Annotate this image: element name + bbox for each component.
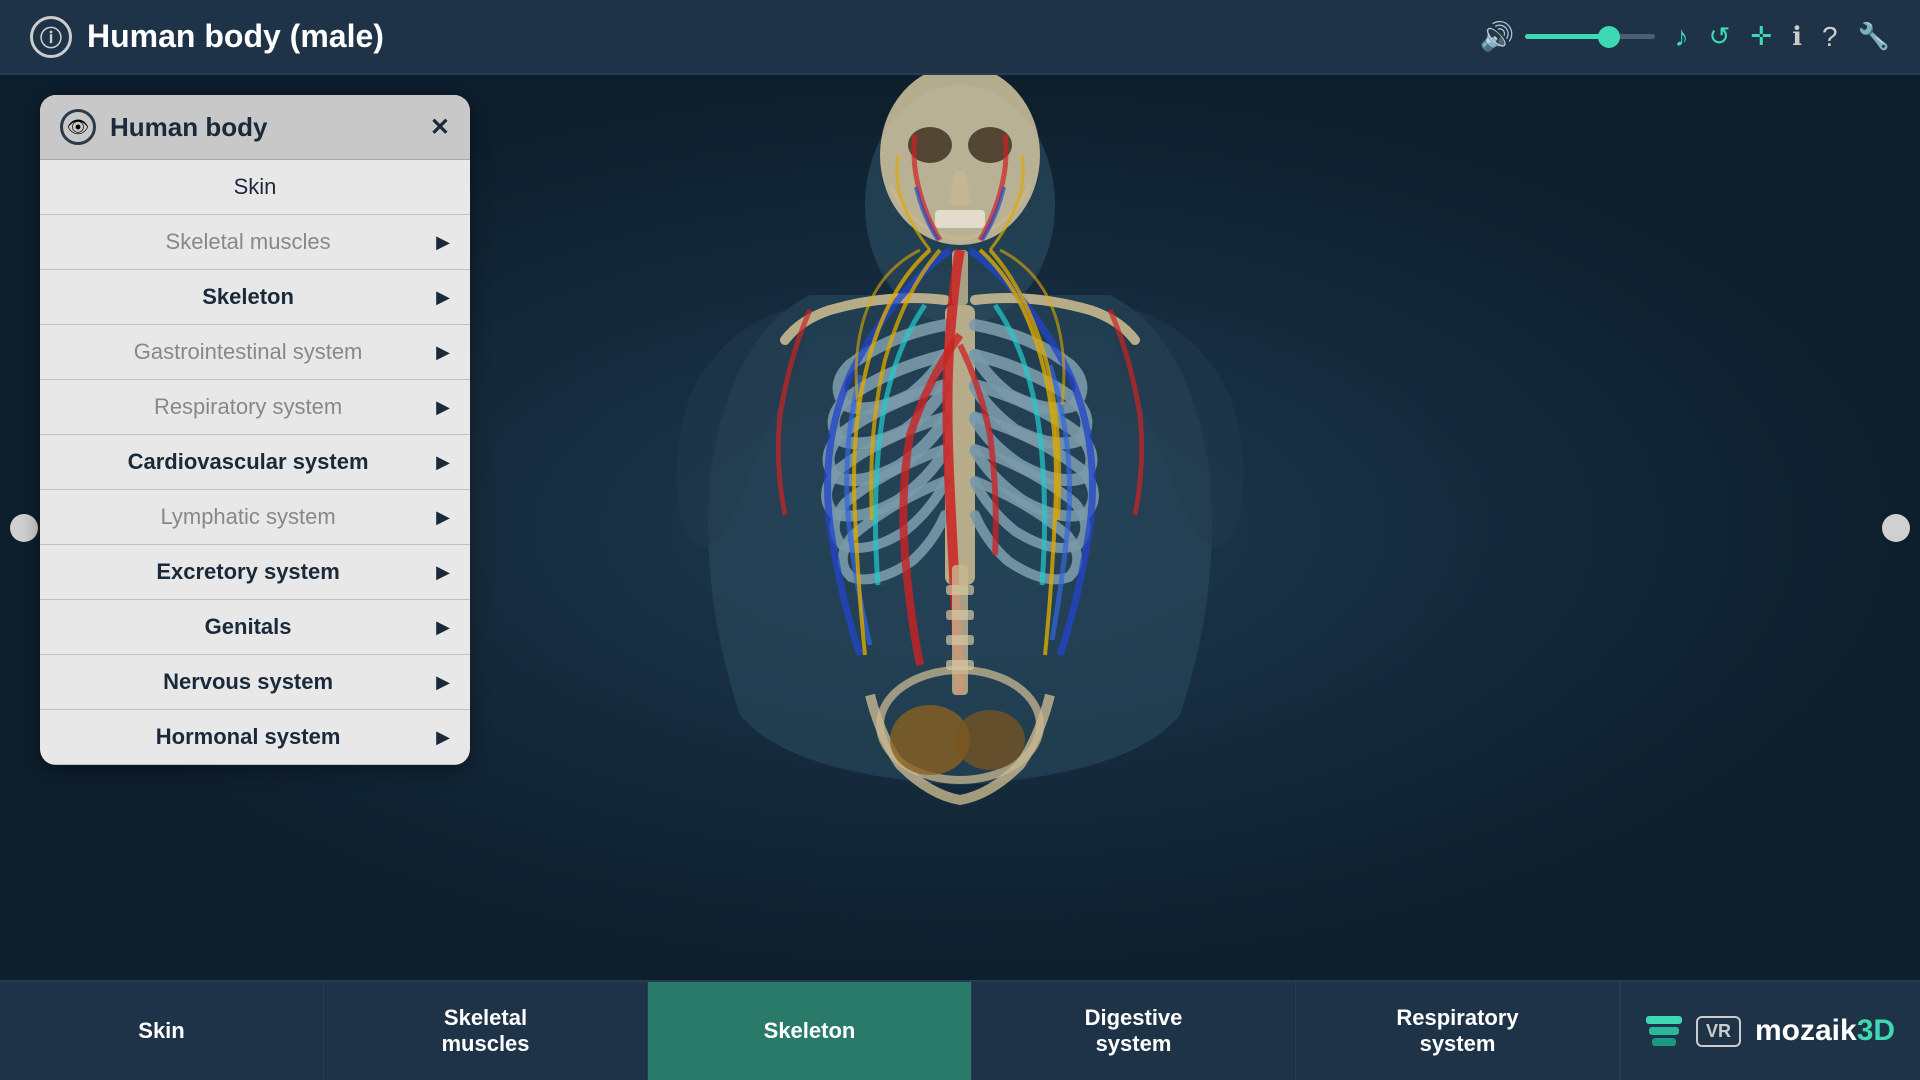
reset-icon[interactable]: ↺ (1709, 21, 1731, 52)
footer-tabs: SkinSkeletalmusclesSkeletonDigestivesyst… (0, 982, 1620, 1080)
menu-item-excretory-system[interactable]: Excretory system▶ (40, 545, 470, 600)
header-right: 🔊 ♪ ↺ ✛ ℹ ? 🔧 (1480, 20, 1890, 53)
menu-item-label: Skeleton (60, 284, 436, 310)
menu-item-arrow: ▶ (436, 232, 450, 253)
menu-item-arrow: ▶ (436, 617, 450, 638)
brand-logo-layer-3 (1652, 1038, 1676, 1046)
footer-tab-digestive-system[interactable]: Digestivesystem (972, 982, 1296, 1080)
panel-title: Human body (110, 112, 416, 143)
brand-logo (1646, 1016, 1682, 1046)
right-nav-circle[interactable] (1882, 514, 1910, 542)
menu-item-label: Gastrointestinal system (60, 339, 436, 365)
menu-item-arrow: ▶ (436, 507, 450, 528)
menu-item-skin[interactable]: Skin (40, 160, 470, 215)
footer-brand: VR mozaik3D (1620, 982, 1920, 1080)
body-visualization (510, 75, 1410, 980)
menu-item-label: Genitals (60, 614, 436, 640)
left-nav-circle[interactable] (10, 514, 38, 542)
move-icon[interactable]: ✛ (1750, 21, 1772, 52)
menu-item-cardiovascular-system[interactable]: Cardiovascular system▶ (40, 435, 470, 490)
menu-item-nervous-system[interactable]: Nervous system▶ (40, 655, 470, 710)
menu-item-label: Excretory system (60, 559, 436, 585)
header-left: ⓘ Human body (male) (30, 16, 384, 58)
menu-item-label: Hormonal system (60, 724, 436, 750)
menu-item-arrow: ▶ (436, 672, 450, 693)
settings-icon[interactable]: 🔧 (1858, 21, 1890, 52)
volume-icon: 🔊 (1480, 20, 1515, 53)
footer-tab-skeletal-muscles[interactable]: Skeletalmuscles (324, 982, 648, 1080)
menu-item-arrow: ▶ (436, 727, 450, 748)
music-icon[interactable]: ♪ (1675, 21, 1689, 53)
footer-tab-respiratory-system[interactable]: Respiratorysystem (1296, 982, 1620, 1080)
volume-fill (1525, 34, 1610, 39)
footer-tab-skin[interactable]: Skin (0, 982, 324, 1080)
header-info-circle[interactable]: ⓘ (30, 16, 72, 58)
menu-item-arrow: ▶ (436, 397, 450, 418)
help-icon[interactable]: ? (1822, 21, 1838, 53)
menu-item-label: Skeletal muscles (60, 229, 436, 255)
brand-logo-layer-1 (1646, 1016, 1682, 1024)
menu-item-label: Lymphatic system (60, 504, 436, 530)
menu-item-skeleton[interactable]: Skeleton▶ (40, 270, 470, 325)
footer-bar: SkinSkeletalmusclesSkeletonDigestivesyst… (0, 980, 1920, 1080)
menu-item-respiratory-system[interactable]: Respiratory system▶ (40, 380, 470, 435)
brand-3d-text: 3D (1857, 1014, 1895, 1047)
vr-icon: VR (1696, 1016, 1741, 1047)
menu-item-lymphatic-system[interactable]: Lymphatic system▶ (40, 490, 470, 545)
brand-text: mozaik3D (1755, 1014, 1895, 1048)
body-systems-panel: 👁 Human body ✕ SkinSkeletal muscles▶Skel… (40, 95, 470, 765)
panel-eye-icon: 👁 (60, 109, 96, 145)
menu-item-arrow: ▶ (436, 287, 450, 308)
brand-logo-layer-2 (1649, 1027, 1679, 1035)
menu-item-label: Skin (60, 174, 450, 200)
menu-item-genitals[interactable]: Genitals▶ (40, 600, 470, 655)
panel-items-list: SkinSkeletal muscles▶Skeleton▶Gastrointe… (40, 160, 470, 765)
menu-item-arrow: ▶ (436, 562, 450, 583)
info-icon[interactable]: ℹ (1792, 21, 1802, 52)
volume-thumb[interactable] (1598, 26, 1620, 48)
panel-header: 👁 Human body ✕ (40, 95, 470, 160)
footer-tab-skeleton[interactable]: Skeleton (648, 982, 972, 1080)
app-title: Human body (male) (87, 18, 384, 55)
app-header: ⓘ Human body (male) 🔊 ♪ ↺ ✛ ℹ ? 🔧 (0, 0, 1920, 75)
menu-item-label: Respiratory system (60, 394, 436, 420)
volume-track[interactable] (1525, 34, 1655, 39)
menu-item-gastrointestinal-system[interactable]: Gastrointestinal system▶ (40, 325, 470, 380)
menu-item-skeletal-muscles[interactable]: Skeletal muscles▶ (40, 215, 470, 270)
menu-item-arrow: ▶ (436, 342, 450, 363)
main-content: 👁 Human body ✕ SkinSkeletal muscles▶Skel… (0, 75, 1920, 980)
panel-close-button[interactable]: ✕ (430, 113, 450, 142)
menu-item-label: Cardiovascular system (60, 449, 436, 475)
menu-item-arrow: ▶ (436, 452, 450, 473)
menu-item-hormonal-system[interactable]: Hormonal system▶ (40, 710, 470, 765)
menu-item-label: Nervous system (60, 669, 436, 695)
volume-control[interactable]: 🔊 (1480, 20, 1655, 53)
